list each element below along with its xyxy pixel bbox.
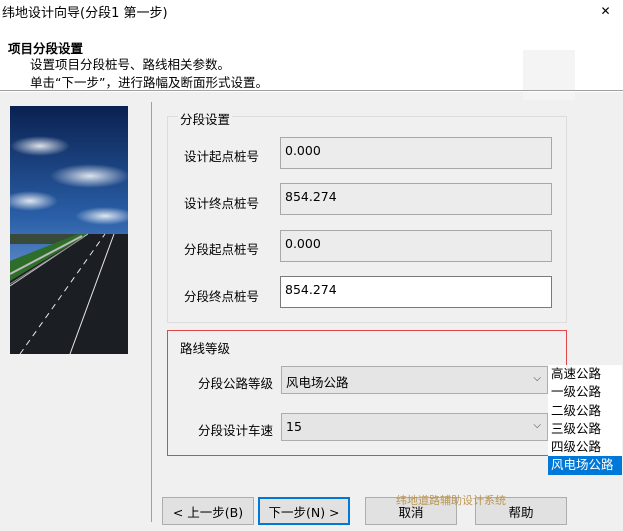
segment-start-station-field[interactable]: 0.000: [280, 230, 552, 262]
design-start-station-label: 设计起点桩号: [184, 149, 260, 164]
design-speed-value: 15: [286, 419, 302, 434]
route-grade-legend: 路线等级: [180, 341, 231, 356]
grade-option-class-2[interactable]: 二级公路: [548, 402, 622, 420]
design-speed-label: 分段设计车速: [198, 423, 274, 438]
road-grade-options: 高速公路 一级公路 二级公路 三级公路 四级公路 风电场公路: [548, 365, 622, 475]
wizard-header: 项目分段设置 设置项目分段桩号、路线相关参数。 单击“下一步”，进行路幅及断面形…: [0, 22, 623, 100]
road-grade-value: 风电场公路: [286, 375, 349, 390]
segment-end-station-input[interactable]: 854.274: [280, 276, 552, 308]
title-bar: 纬地设计向导(分段1 第一步) ✕: [0, 0, 623, 22]
chevron-down-icon: ⌵: [533, 373, 541, 384]
design-end-station-label: 设计终点桩号: [184, 196, 260, 211]
segment-start-station-label: 分段起点桩号: [184, 242, 260, 257]
grade-option-class-4[interactable]: 四级公路: [548, 438, 622, 456]
header-description-1: 设置项目分段桩号、路线相关参数。: [30, 57, 231, 72]
close-icon: ✕: [600, 4, 611, 18]
header-divider: [0, 90, 623, 92]
grade-option-class-3[interactable]: 三级公路: [548, 420, 622, 438]
design-speed-select[interactable]: 15 ⌵: [281, 413, 548, 441]
panel-divider: [151, 102, 152, 522]
prev-step-button[interactable]: < 上一步(B): [162, 497, 254, 525]
road-grade-label: 分段公路等级: [198, 376, 274, 391]
next-step-button[interactable]: 下一步(N) >: [258, 497, 350, 525]
close-button[interactable]: ✕: [588, 0, 623, 22]
grade-option-highway[interactable]: 高速公路: [548, 365, 622, 383]
segment-settings-legend: 分段设置: [178, 109, 233, 128]
header-description-2: 单击“下一步”，进行路幅及断面形式设置。: [30, 75, 268, 90]
grade-option-wind-farm[interactable]: 风电场公路: [548, 456, 622, 475]
design-end-station-field[interactable]: 854.274: [280, 183, 552, 215]
design-start-station-field[interactable]: 0.000: [280, 137, 552, 169]
header-logo: [523, 50, 575, 100]
grade-option-class-1[interactable]: 一级公路: [548, 383, 622, 401]
chevron-down-icon: ⌵: [533, 420, 541, 431]
window-title: 纬地设计向导(分段1 第一步): [2, 6, 168, 21]
segment-end-station-label: 分段终点桩号: [184, 289, 260, 304]
watermark-text: 纬地道路辅助设计系统: [396, 494, 506, 507]
road-illustration: [10, 106, 128, 354]
road-grade-select[interactable]: 风电场公路 ⌵: [281, 366, 548, 394]
